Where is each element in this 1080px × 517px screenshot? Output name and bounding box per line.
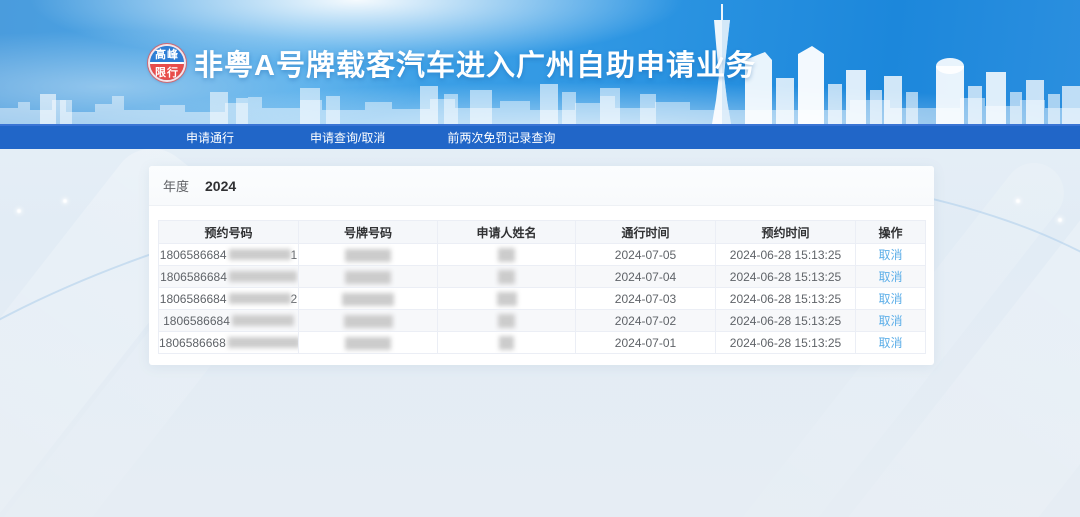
cell-applicant-name [437, 265, 576, 288]
table-row: 1806586684 2024-07-04 2024-06-28 15:13:2… [158, 265, 926, 288]
col-header-booked-time: 预约时间 [715, 220, 856, 244]
redacted-plate [342, 292, 394, 306]
nav-item-apply-pass[interactable]: 申请通行 [186, 129, 234, 146]
cell-pass-date: 2024-07-05 [575, 243, 716, 266]
cancel-link[interactable]: 取消 [878, 314, 902, 328]
cell-action: 取消 [855, 331, 926, 354]
redacted-name [498, 269, 515, 284]
cell-applicant-name [437, 331, 576, 354]
cell-pass-date: 2024-07-03 [575, 287, 716, 310]
table-row: 1806586668 2024-07-01 2024-06-28 15:13:2… [158, 331, 926, 354]
table-row: 1806586684 1 2024-07-05 2024-06-28 15:13:… [158, 243, 926, 266]
nav-item-exempt-records[interactable]: 前两次免罚记录查询 [447, 129, 555, 146]
cell-applicant-name [437, 243, 576, 266]
redacted-plate [343, 314, 393, 328]
cell-reservation-no: 1806586684 1 [158, 243, 299, 266]
redacted-plate [345, 336, 391, 350]
cell-applicant-name [437, 309, 576, 332]
cell-booked-time: 2024-06-28 15:13:25 [715, 243, 856, 266]
col-header-pass-date: 通行时间 [575, 220, 716, 244]
cell-plate-no [298, 287, 438, 310]
redacted-reservation-digits [231, 315, 294, 327]
redacted-name [498, 247, 515, 262]
redacted-reservation-digits [228, 271, 297, 283]
sparkle-dot [17, 209, 21, 213]
redacted-name [498, 313, 515, 328]
year-value[interactable]: 2024 [205, 178, 236, 194]
peak-restriction-badge-icon: 高峰 限行 [148, 44, 186, 82]
col-header-applicant-name: 申请人姓名 [437, 220, 576, 244]
main-navbar: 申请通行 申请查询/取消 前两次免罚记录查询 [0, 124, 1080, 149]
reservations-table: 预约号码 号牌号码 申请人姓名 通行时间 预约时间 操作 1806586684 1… [158, 220, 926, 354]
badge-top-label: 高峰 [150, 46, 184, 63]
sparkle-dot [63, 199, 67, 203]
redacted-name [496, 291, 517, 306]
cell-action: 取消 [855, 309, 926, 332]
page-title: 非粤A号牌载客汽车进入广州自助申请业务 [194, 50, 756, 82]
cell-plate-no [298, 243, 438, 266]
cell-reservation-no: 1806586668 [158, 331, 299, 354]
cell-plate-no [298, 265, 438, 288]
badge-bottom-label: 限行 [150, 63, 184, 80]
cell-plate-no [298, 331, 438, 354]
cell-pass-date: 2024-07-04 [575, 265, 716, 288]
cell-booked-time: 2024-06-28 15:13:25 [715, 265, 856, 288]
query-result-card: 年度 2024 预约号码 号牌号码 申请人姓名 通行时间 预约时间 操作 180… [149, 166, 934, 365]
table-header-row: 预约号码 号牌号码 申请人姓名 通行时间 预约时间 操作 [158, 220, 926, 244]
cancel-link[interactable]: 取消 [878, 270, 902, 284]
redacted-reservation-digits [228, 293, 291, 305]
cancel-link[interactable]: 取消 [878, 248, 902, 262]
cell-reservation-no: 1806586684 [158, 309, 299, 332]
cell-action: 取消 [855, 243, 926, 266]
col-header-plate-no: 号牌号码 [298, 220, 438, 244]
cell-pass-date: 2024-07-02 [575, 309, 716, 332]
cell-pass-date: 2024-07-01 [575, 331, 716, 354]
redacted-reservation-digits [228, 249, 291, 261]
cell-reservation-no: 1806586684 2 [158, 287, 299, 310]
cell-applicant-name [437, 287, 576, 310]
sparkle-dot [1058, 218, 1062, 222]
redacted-name [499, 335, 514, 350]
redacted-plate [345, 270, 391, 284]
redacted-reservation-digits [227, 337, 298, 349]
cell-plate-no [298, 309, 438, 332]
cancel-link[interactable]: 取消 [878, 292, 902, 306]
col-header-reservation-no: 预约号码 [158, 220, 299, 244]
cancel-link[interactable]: 取消 [878, 336, 902, 350]
redacted-plate [345, 248, 391, 262]
cell-booked-time: 2024-06-28 15:13:25 [715, 309, 856, 332]
cell-action: 取消 [855, 287, 926, 310]
header-banner: 高峰 限行 非粤A号牌载客汽车进入广州自助申请业务 [0, 0, 1080, 124]
cell-booked-time: 2024-06-28 15:13:25 [715, 287, 856, 310]
table-row: 1806586684 2024-07-02 2024-06-28 15:13:2… [158, 309, 926, 332]
nav-item-query-cancel[interactable]: 申请查询/取消 [310, 129, 385, 146]
cell-action: 取消 [855, 265, 926, 288]
year-filter-row: 年度 2024 [149, 166, 934, 206]
cell-booked-time: 2024-06-28 15:13:25 [715, 331, 856, 354]
sparkle-dot [1016, 199, 1020, 203]
year-label: 年度 [163, 179, 190, 194]
brand: 高峰 限行 非粤A号牌载客汽车进入广州自助申请业务 [148, 43, 756, 83]
table-row: 1806586684 2 2024-07-03 2024-06-28 15:13:… [158, 287, 926, 310]
cell-reservation-no: 1806586684 [158, 265, 299, 288]
col-header-actions: 操作 [855, 220, 926, 244]
